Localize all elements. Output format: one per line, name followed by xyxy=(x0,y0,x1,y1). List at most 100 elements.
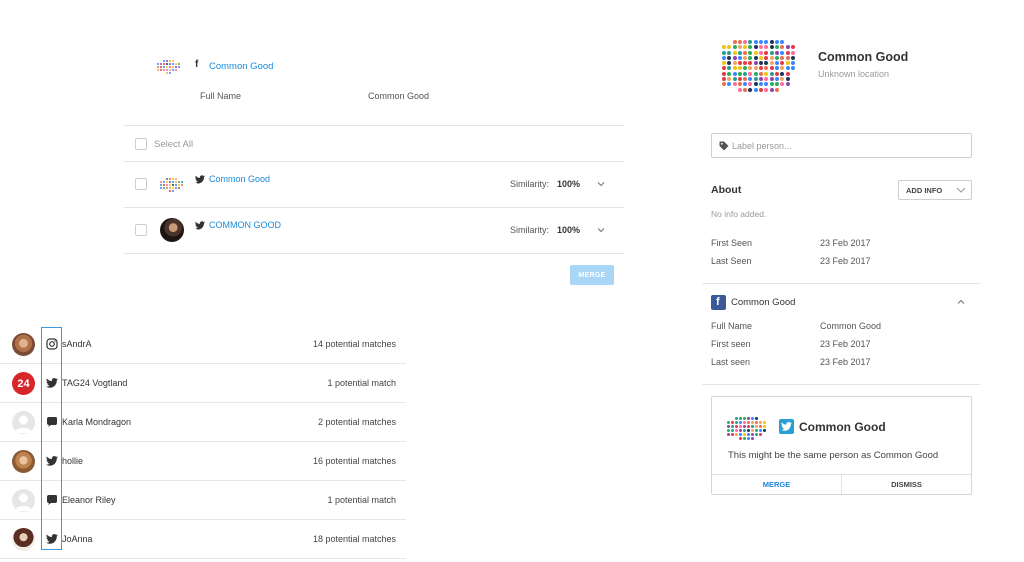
avatar xyxy=(12,528,35,551)
facebook-section-title[interactable]: Common Good xyxy=(731,297,795,308)
logo-dot xyxy=(169,184,171,186)
logo-dot xyxy=(759,55,764,60)
logo-dot xyxy=(791,72,795,76)
logo-dot xyxy=(759,417,762,420)
select-all-checkbox[interactable] xyxy=(135,138,147,150)
fb-first-seen-label: First seen xyxy=(711,339,751,349)
logo-dot xyxy=(753,55,758,60)
logo-dot xyxy=(166,178,168,180)
last-seen-value: 23 Feb 2017 xyxy=(820,256,871,266)
logo-dot xyxy=(753,87,758,92)
logo-dot xyxy=(774,45,779,50)
suggestion-dismiss-label: DISMISS xyxy=(891,480,922,489)
logo-dot xyxy=(172,60,174,62)
logo-dot xyxy=(739,433,742,436)
logo-dot xyxy=(727,45,732,50)
logo-dot xyxy=(759,425,762,428)
logo-dot xyxy=(764,40,769,44)
logo-dot xyxy=(769,66,774,71)
logo-dot xyxy=(748,82,753,87)
logo-dot xyxy=(737,87,742,92)
logo-dot xyxy=(178,72,180,74)
logo-dot xyxy=(178,190,180,192)
logo-dot xyxy=(791,88,795,92)
logo-dot xyxy=(169,187,171,189)
header-account-name[interactable]: Common Good xyxy=(209,61,273,72)
chevron-down-icon[interactable] xyxy=(597,226,605,234)
match-account-name[interactable]: COMMON GOOD xyxy=(209,220,281,230)
logo-dot xyxy=(737,45,742,50)
match-checkbox[interactable] xyxy=(135,178,147,190)
logo-dot xyxy=(163,63,165,65)
logo-dot xyxy=(763,425,766,428)
logo-dot xyxy=(160,184,162,186)
logo-dot xyxy=(727,417,730,420)
logo-dot xyxy=(178,60,180,62)
logo-dot xyxy=(169,190,171,192)
fb-last-seen-label: Last seen xyxy=(711,357,751,367)
divider xyxy=(124,207,624,208)
logo-dot xyxy=(759,87,764,92)
logo-dot xyxy=(160,181,162,183)
facebook-icon: f xyxy=(711,295,726,310)
logo-dot xyxy=(780,82,785,87)
similarity-label: Similarity: xyxy=(510,179,550,189)
person-name: sAndrA xyxy=(62,339,92,349)
logo-dot xyxy=(157,69,159,71)
merge-button[interactable]: MERGE xyxy=(570,265,614,285)
logo-dot xyxy=(748,40,753,44)
logo-dot xyxy=(731,425,734,428)
logo-dot xyxy=(747,437,750,440)
logo-dot xyxy=(748,45,753,50)
logo-dot xyxy=(759,40,764,44)
logo-dot xyxy=(748,77,753,82)
logo-dot xyxy=(739,421,742,424)
logo-dot xyxy=(759,77,764,82)
logo-dot xyxy=(172,187,174,189)
logo-dot xyxy=(735,433,738,436)
logo-dot xyxy=(764,45,769,50)
logo-dot xyxy=(743,437,746,440)
suggestion-dismiss-button[interactable]: DISMISS xyxy=(842,475,971,494)
person-name: hollie xyxy=(62,456,84,466)
logo-dot xyxy=(743,77,748,82)
logo-dot xyxy=(755,417,758,420)
logo-dot xyxy=(737,66,742,71)
match-checkbox[interactable] xyxy=(135,224,147,236)
logo-dot xyxy=(722,45,726,50)
last-seen-label: Last Seen xyxy=(711,256,752,266)
logo-dot xyxy=(169,181,171,183)
logo-dot xyxy=(753,66,758,71)
chevron-down-icon[interactable] xyxy=(597,180,605,188)
logo-dot xyxy=(748,71,753,76)
logo-dot xyxy=(739,429,742,432)
logo-dot xyxy=(785,82,790,87)
logo-dot xyxy=(790,61,795,66)
logo-dot xyxy=(743,421,746,424)
label-person-input[interactable]: Label person... xyxy=(711,133,972,158)
logo-dot xyxy=(748,87,753,92)
logo-dot xyxy=(732,66,737,71)
add-info-button[interactable]: ADD INFO xyxy=(898,180,972,200)
logo-dot xyxy=(737,55,742,60)
logo-dot xyxy=(743,425,746,428)
logo-dot xyxy=(175,69,177,71)
logo-dot xyxy=(175,60,177,62)
logo-dot xyxy=(166,63,168,65)
logo-dot xyxy=(722,66,726,71)
common-good-logo xyxy=(727,417,766,440)
logo-dot xyxy=(759,433,762,436)
match-account-name[interactable]: Common Good xyxy=(209,174,270,184)
logo-dot xyxy=(727,88,731,92)
logo-dot xyxy=(786,88,790,92)
logo-dot xyxy=(780,88,784,92)
logo-dot xyxy=(790,55,795,60)
logo-dot xyxy=(160,187,162,189)
logo-dot xyxy=(786,40,790,44)
logo-dot xyxy=(172,66,174,68)
suggestion-merge-button[interactable]: MERGE xyxy=(712,475,841,494)
chevron-up-icon[interactable] xyxy=(957,298,965,306)
logo-dot xyxy=(769,40,774,44)
logo-dot xyxy=(763,433,766,436)
logo-dot xyxy=(759,82,764,87)
